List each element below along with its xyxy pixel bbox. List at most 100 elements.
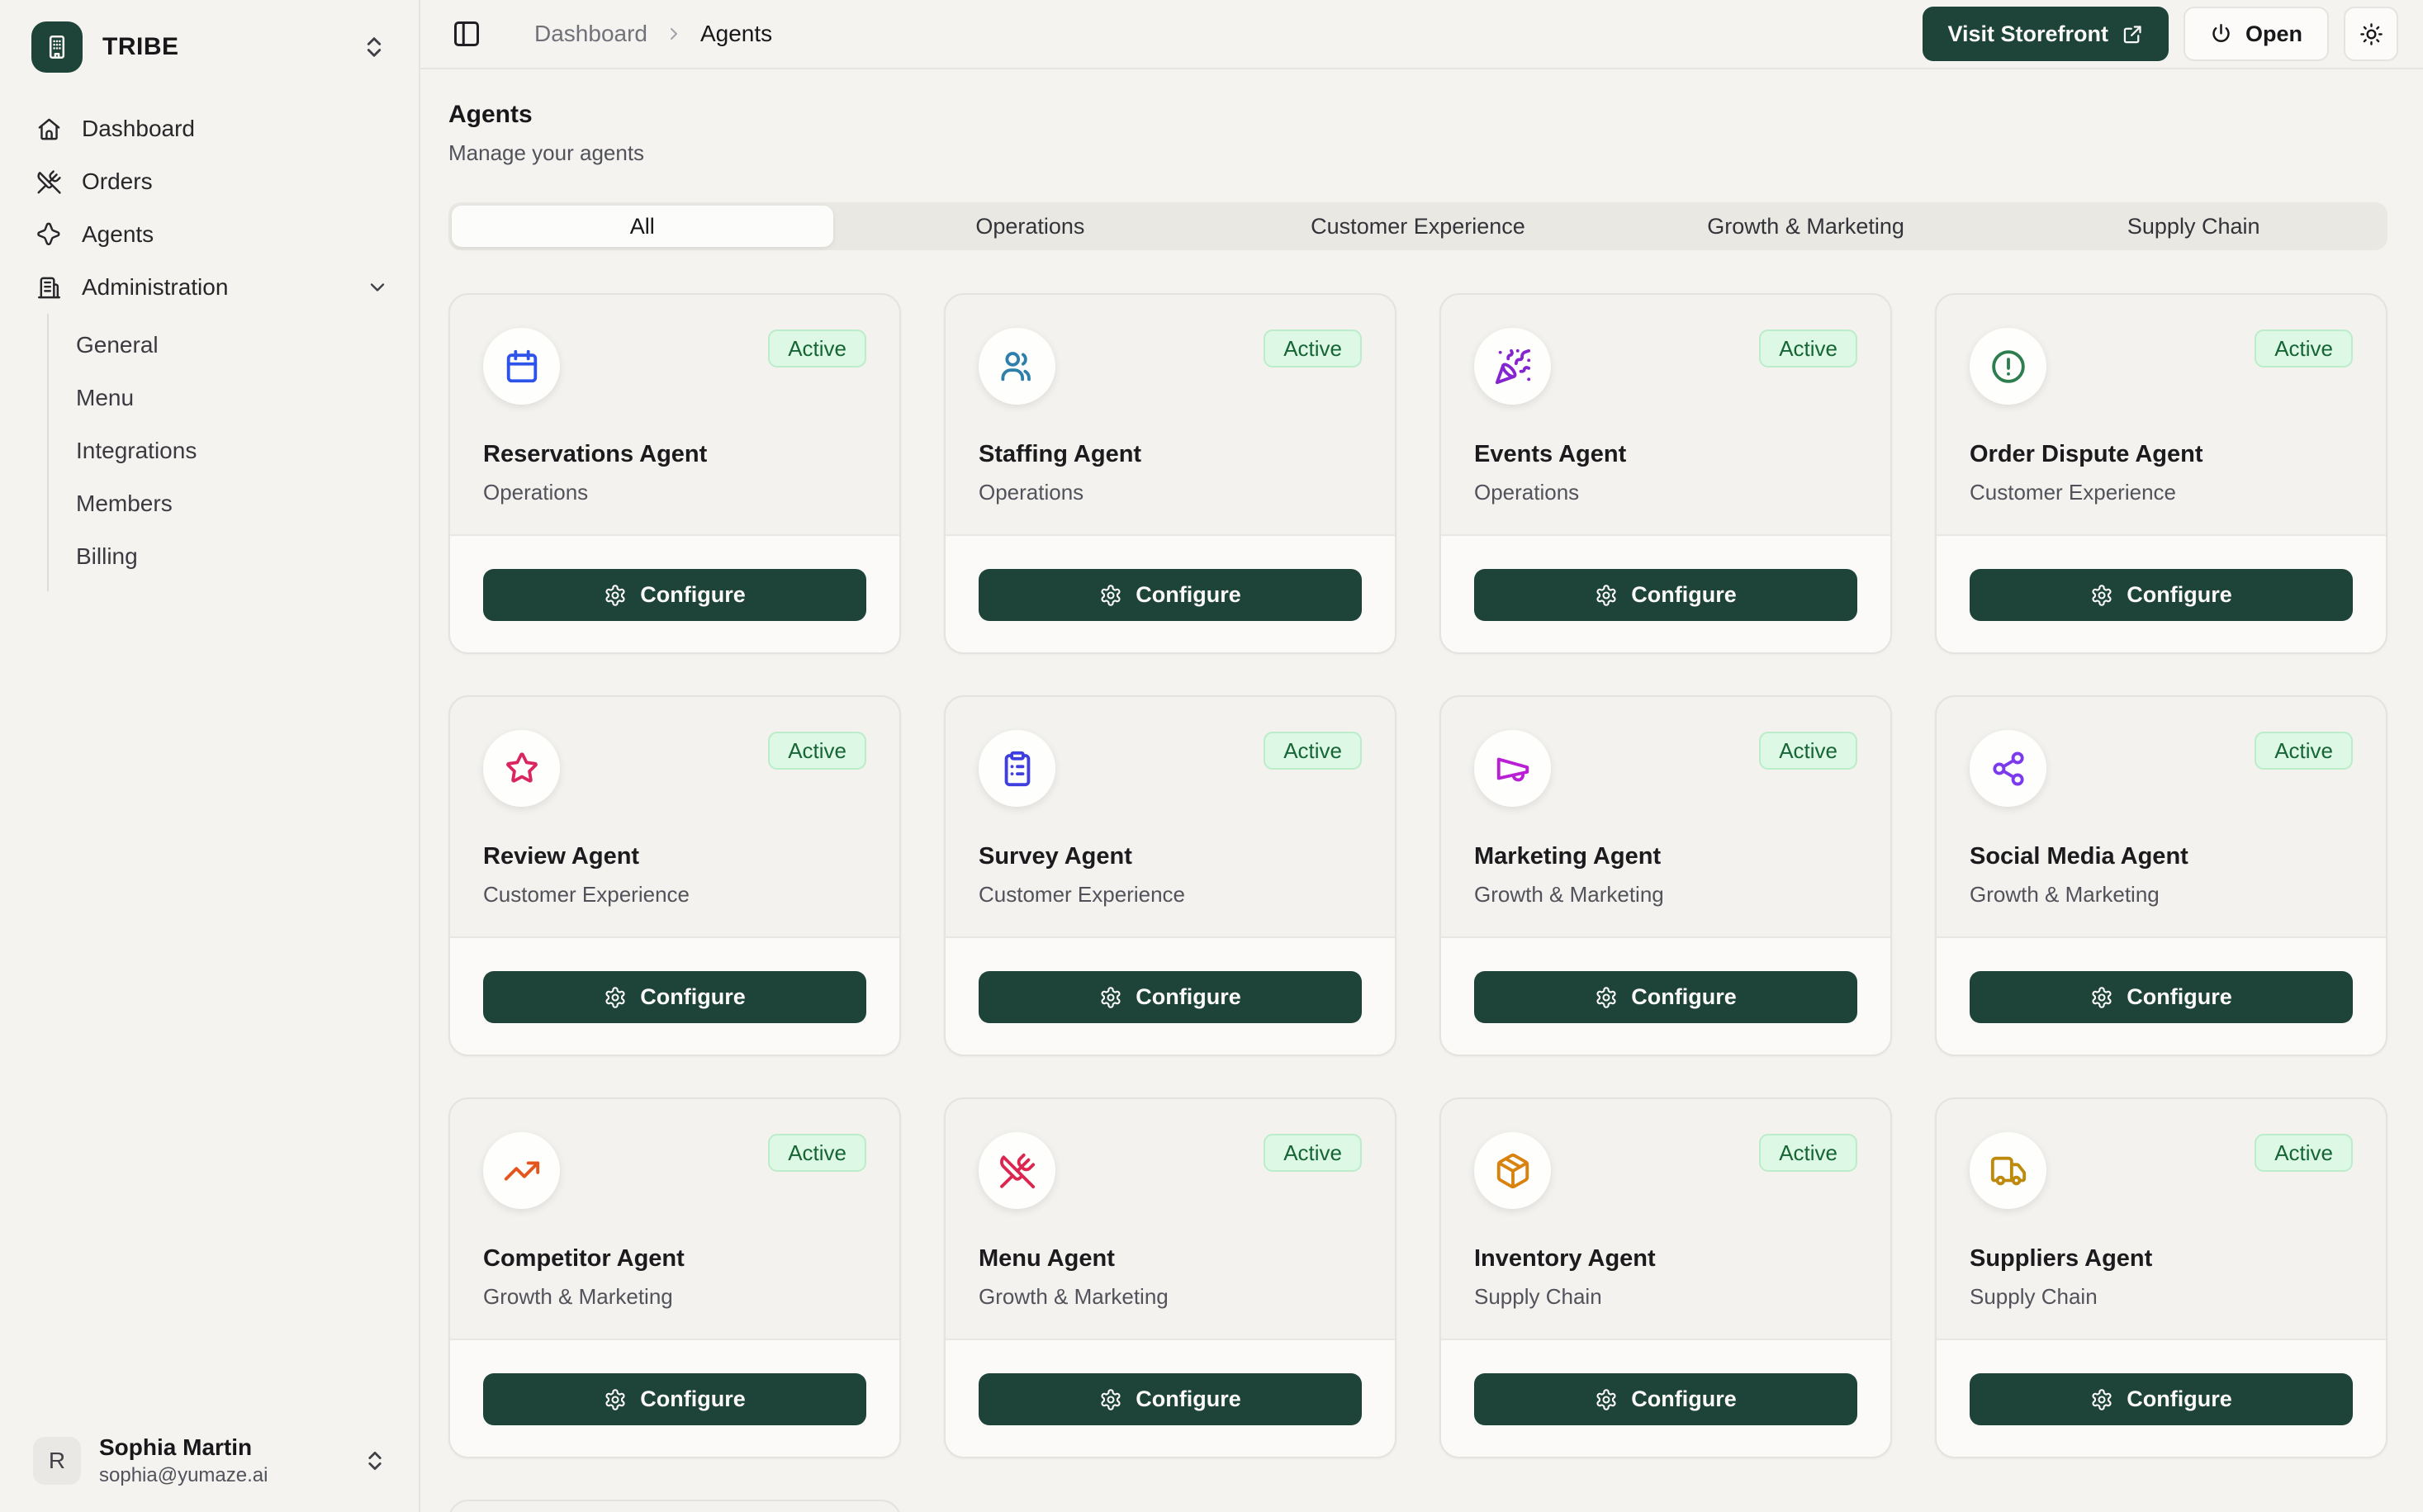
- agent-title: Marketing Agent: [1474, 843, 1857, 870]
- agent-category: Growth & Marketing: [483, 1284, 866, 1310]
- agent-card: Active Review Agent Customer Experience …: [448, 695, 901, 1056]
- status-badge: Active: [1264, 732, 1362, 770]
- status-badge: Active: [1264, 1134, 1362, 1172]
- user-menu[interactable]: R Sophia Martin sophia@yumaze.ai: [0, 1413, 419, 1512]
- share-icon: [1970, 730, 2046, 807]
- page-title: Agents: [448, 101, 2387, 129]
- trending-up-icon: [483, 1132, 560, 1209]
- agent-card: Active Inventory Agent Supply Chain Conf…: [1439, 1097, 1892, 1458]
- sidebar-item-administration[interactable]: Administration: [0, 261, 419, 314]
- sidebar-subitem-menu[interactable]: Menu: [49, 372, 419, 424]
- status-badge: Active: [2255, 1134, 2353, 1172]
- configure-button[interactable]: Configure: [1474, 569, 1857, 621]
- configure-button[interactable]: Configure: [979, 1373, 1362, 1425]
- status-badge: Active: [1264, 329, 1362, 367]
- chevron-down-icon: [366, 276, 389, 299]
- sidebar-subitem-members[interactable]: Members: [49, 477, 419, 530]
- status-badge: Active: [2255, 732, 2353, 770]
- agent-title: Inventory Agent: [1474, 1245, 1857, 1273]
- page-subtitle: Manage your agents: [448, 140, 2387, 166]
- gear-icon: [1099, 986, 1122, 1009]
- agent-category: Supply Chain: [1474, 1284, 1857, 1310]
- tab-all[interactable]: All: [452, 206, 833, 247]
- gear-icon: [1595, 584, 1618, 607]
- agent-card-partial: [448, 1500, 901, 1512]
- configure-button[interactable]: Configure: [483, 971, 866, 1023]
- calendar-icon: [483, 328, 560, 405]
- sidebar-subitem-general[interactable]: General: [49, 319, 419, 372]
- configure-button[interactable]: Configure: [979, 569, 1362, 621]
- breadcrumb-agents: Agents: [700, 21, 772, 47]
- agent-title: Menu Agent: [979, 1245, 1362, 1273]
- brand-logo-icon: [31, 21, 83, 73]
- status-badge: Active: [1759, 732, 1857, 770]
- agent-category: Growth & Marketing: [979, 1284, 1362, 1310]
- open-button[interactable]: Open: [2184, 7, 2329, 61]
- agent-category: Operations: [483, 480, 866, 505]
- agent-card: Active Staffing Agent Operations Configu…: [944, 293, 1396, 654]
- agent-card: Active Reservations Agent Operations Con…: [448, 293, 901, 654]
- utensils-crossed-icon: [36, 169, 62, 195]
- configure-button[interactable]: Configure: [1474, 1373, 1857, 1425]
- agent-card: Active Suppliers Agent Supply Chain Conf…: [1935, 1097, 2387, 1458]
- status-badge: Active: [768, 732, 866, 770]
- agent-title: Suppliers Agent: [1970, 1245, 2353, 1273]
- main-content: Agents Manage your agents AllOperationsC…: [420, 69, 2423, 1512]
- agent-title: Social Media Agent: [1970, 843, 2353, 870]
- visit-storefront-button[interactable]: Visit Storefront: [1923, 7, 2169, 61]
- status-badge: Active: [2255, 329, 2353, 367]
- configure-button[interactable]: Configure: [1970, 1373, 2353, 1425]
- agent-title: Survey Agent: [979, 843, 1362, 870]
- sidebar-item-dashboard[interactable]: Dashboard: [0, 102, 419, 155]
- configure-button[interactable]: Configure: [979, 971, 1362, 1023]
- tab-operations[interactable]: Operations: [837, 202, 1225, 250]
- configure-button[interactable]: Configure: [1970, 971, 2353, 1023]
- sidebar-item-orders[interactable]: Orders: [0, 155, 419, 208]
- theme-toggle-button[interactable]: [2344, 7, 2398, 61]
- chevrons-up-down-icon[interactable]: [361, 34, 387, 60]
- gear-icon: [1595, 1388, 1618, 1411]
- chevrons-up-down-icon[interactable]: [363, 1448, 387, 1473]
- truck-icon: [1970, 1132, 2046, 1209]
- tab-customer-experience[interactable]: Customer Experience: [1224, 202, 1612, 250]
- clipboard-list-icon: [979, 730, 1055, 807]
- sidebar-subitem-integrations[interactable]: Integrations: [49, 424, 419, 477]
- agent-category: Growth & Marketing: [1474, 882, 1857, 908]
- breadcrumb-dashboard[interactable]: Dashboard: [534, 21, 647, 47]
- sidebar-toggle-icon[interactable]: [450, 17, 483, 50]
- external-link-icon: [2122, 23, 2144, 45]
- agent-title: Competitor Agent: [483, 1245, 866, 1273]
- tab-supply-chain[interactable]: Supply Chain: [1999, 202, 2387, 250]
- agent-title: Staffing Agent: [979, 441, 1362, 468]
- party-popper-icon: [1474, 328, 1551, 405]
- agent-title: Order Dispute Agent: [1970, 441, 2353, 468]
- configure-button[interactable]: Configure: [483, 569, 866, 621]
- agent-title: Review Agent: [483, 843, 866, 870]
- brand-name: TRIBE: [102, 33, 179, 61]
- home-icon: [36, 116, 62, 142]
- sidebar-item-agents[interactable]: Agents: [0, 208, 419, 261]
- agent-category: Operations: [979, 480, 1362, 505]
- agent-card: Active Marketing Agent Growth & Marketin…: [1439, 695, 1892, 1056]
- sidebar-subitem-billing[interactable]: Billing: [49, 530, 419, 583]
- agent-category: Customer Experience: [483, 882, 866, 908]
- status-badge: Active: [1759, 329, 1857, 367]
- agent-card: Active Events Agent Operations Configure: [1439, 293, 1892, 654]
- gear-icon: [2090, 986, 2113, 1009]
- gear-icon: [1099, 584, 1122, 607]
- category-tabs: AllOperationsCustomer ExperienceGrowth &…: [448, 202, 2387, 250]
- agent-card-grid: Active Reservations Agent Operations Con…: [448, 293, 2387, 1512]
- configure-button[interactable]: Configure: [483, 1373, 866, 1425]
- configure-button[interactable]: Configure: [1474, 971, 1857, 1023]
- agent-category: Operations: [1474, 480, 1857, 505]
- topbar: Dashboard Agents Visit Storefront Open: [420, 0, 2423, 69]
- agent-card: Active Order Dispute Agent Customer Expe…: [1935, 293, 2387, 654]
- org-switcher[interactable]: TRIBE: [0, 0, 419, 91]
- package-icon: [1474, 1132, 1551, 1209]
- tab-growth-marketing[interactable]: Growth & Marketing: [1612, 202, 2000, 250]
- agent-card: Active Survey Agent Customer Experience …: [944, 695, 1396, 1056]
- building-icon: [36, 275, 62, 301]
- sun-icon: [2359, 22, 2383, 46]
- gear-icon: [1099, 1388, 1122, 1411]
- configure-button[interactable]: Configure: [1970, 569, 2353, 621]
